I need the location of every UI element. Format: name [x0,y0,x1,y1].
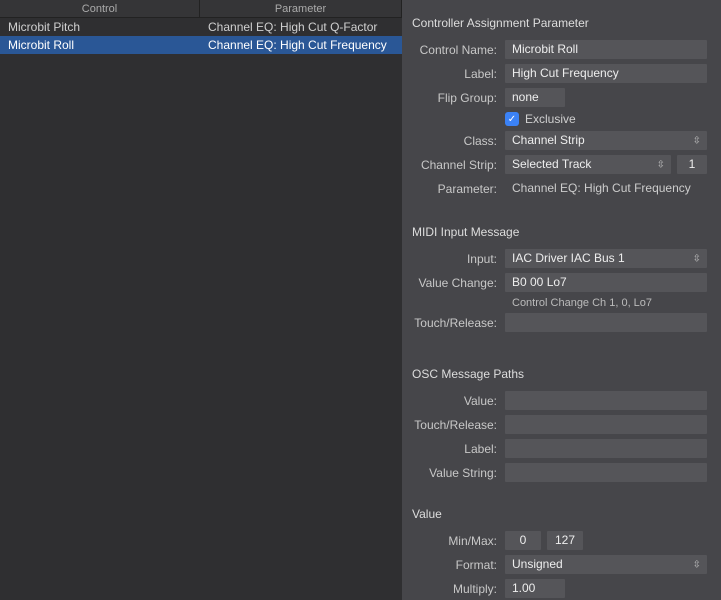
max-field[interactable]: 127 [547,531,583,550]
assignment-list-pane: Control Parameter Microbit Pitch Channel… [0,0,402,600]
label-label: Label: [412,67,505,81]
cell-parameter: Channel EQ: High Cut Frequency [200,36,402,54]
label-multiply: Multiply: [412,582,505,596]
channel-strip-number[interactable]: 1 [677,155,707,174]
exclusive-label: Exclusive [525,112,576,126]
chevron-updown-icon: ⇳ [657,155,665,174]
exclusive-checkbox[interactable]: ✓ [505,112,519,126]
osc-touch-release-field[interactable] [505,415,707,434]
table-body: Microbit Pitch Channel EQ: High Cut Q-Fa… [0,18,402,54]
label-value-change: Value Change: [412,276,505,290]
multiply-field[interactable]: 1.00 [505,579,565,598]
label-class: Class: [412,134,505,148]
inspector-pane: Controller Assignment Parameter Control … [402,0,721,600]
chevron-updown-icon: ⇳ [693,249,701,268]
value-change-field[interactable]: B0 00 Lo7 [505,273,707,292]
channel-strip-select[interactable]: Selected Track ⇳ [505,155,671,174]
label-osc-value-string: Value String: [412,466,505,480]
label-osc-label: Label: [412,442,505,456]
format-select[interactable]: Unsigned ⇳ [505,555,707,574]
label-channel-strip: Channel Strip: [412,158,505,172]
section-title: MIDI Input Message [412,225,707,239]
label-format: Format: [412,558,505,572]
table-row[interactable]: Microbit Pitch Channel EQ: High Cut Q-Fa… [0,18,402,36]
section-title: Controller Assignment Parameter [412,16,707,30]
osc-value-field[interactable] [505,391,707,410]
section-title: Value [412,507,707,521]
label-flip-group: Flip Group: [412,91,505,105]
min-field[interactable]: 0 [505,531,541,550]
cell-parameter: Channel EQ: High Cut Q-Factor [200,18,402,36]
cell-control: Microbit Pitch [0,18,200,36]
parameter-value: Channel EQ: High Cut Frequency [505,179,698,198]
chevron-updown-icon: ⇳ [693,555,701,574]
control-name-field[interactable]: Microbit Roll [505,40,707,59]
label-osc-touch-release: Touch/Release: [412,418,505,432]
label-input: Input: [412,252,505,266]
label-osc-value: Value: [412,394,505,408]
section-title: OSC Message Paths [412,367,707,381]
table-row[interactable]: Microbit Roll Channel EQ: High Cut Frequ… [0,36,402,54]
flip-group-field[interactable]: none [505,88,565,107]
osc-value-string-field[interactable] [505,463,707,482]
input-select[interactable]: IAC Driver IAC Bus 1 ⇳ [505,249,707,268]
touch-release-field[interactable] [505,313,707,332]
osc-label-field[interactable] [505,439,707,458]
value-change-description: Control Change Ch 1, 0, Lo7 [505,297,707,309]
chevron-updown-icon: ⇳ [693,131,701,150]
class-select[interactable]: Channel Strip ⇳ [505,131,707,150]
col-header-parameter[interactable]: Parameter [200,0,402,17]
label-minmax: Min/Max: [412,534,505,548]
label-parameter: Parameter: [412,182,505,196]
label-touch-release: Touch/Release: [412,316,505,330]
label-field[interactable]: High Cut Frequency [505,64,707,83]
cell-control: Microbit Roll [0,36,200,54]
table-header: Control Parameter [0,0,402,18]
col-header-control[interactable]: Control [0,0,200,17]
label-control-name: Control Name: [412,43,505,57]
